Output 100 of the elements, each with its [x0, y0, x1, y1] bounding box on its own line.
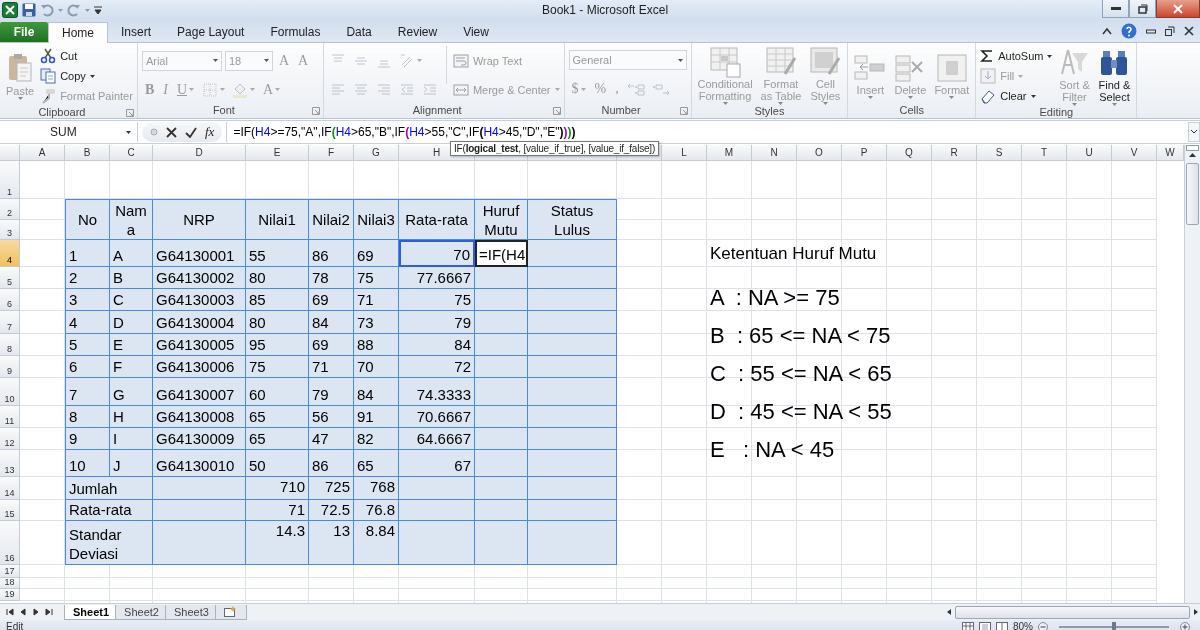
table-cell: 56: [309, 406, 354, 428]
column-heading: Nilai3: [354, 199, 399, 240]
group-label: Number: [600, 104, 642, 118]
table-cell: E: [110, 334, 153, 356]
table-cell: 65: [246, 428, 309, 450]
function-tooltip: IF(logical_test, [value_if_true], [value_if_false]): [450, 141, 660, 156]
column-heading: Huruf Mutu: [475, 199, 528, 240]
group-label: Font: [211, 104, 236, 118]
grade-rule: D : 45 <= NA < 55: [710, 398, 893, 426]
grade-rule: C : 55 <= NA < 65: [710, 360, 893, 388]
table-cell: 71: [246, 500, 309, 521]
table-cell: G64130007: [153, 378, 246, 406]
table-cell: G64130010: [153, 450, 246, 477]
table-cell: F: [110, 356, 153, 378]
table-cell: 5: [65, 334, 110, 356]
column-heading: Nilai1: [246, 199, 309, 240]
table-cell: 65: [246, 406, 309, 428]
table-cell: G64130005: [153, 334, 246, 356]
table-cell: 50: [246, 450, 309, 477]
table-cell: I: [110, 428, 153, 450]
table-cell: 70.6667: [399, 406, 475, 428]
table-cell: 84: [399, 334, 475, 356]
grade-rule: A : NA >= 75: [710, 284, 841, 312]
table-cell: Rata-rata: [65, 500, 153, 521]
table-cell: G64130003: [153, 289, 246, 311]
table-cell: 77.6667: [399, 267, 475, 289]
table-cell: 69: [354, 240, 399, 267]
table-cell: 79: [399, 311, 475, 334]
table-cell: 75: [354, 267, 399, 289]
table-cell: 9: [65, 428, 110, 450]
table-cell: 75: [399, 289, 475, 311]
table-cell: G64130004: [153, 311, 246, 334]
table-cell: J: [110, 450, 153, 477]
table-cell: Jumlah: [65, 477, 153, 500]
table-cell: 70: [354, 356, 399, 378]
group-label: Editing: [1038, 106, 1075, 120]
window-title: Book1 - Microsoft Excel: [542, 3, 670, 17]
table-cell: 71: [309, 356, 354, 378]
group-label: Styles: [753, 105, 786, 119]
table-cell: B: [110, 267, 153, 289]
table-cell: G64130008: [153, 406, 246, 428]
table-cell: 10: [65, 450, 110, 477]
table-cell: 67: [399, 450, 475, 477]
table-cell: 80: [246, 267, 309, 289]
table-cell: H: [110, 406, 153, 428]
table-cell: 2: [65, 267, 110, 289]
table-cell: 710: [246, 477, 309, 500]
group-label: Cells: [898, 104, 925, 118]
table-cell: 85: [246, 289, 309, 311]
status-mode: Edit: [6, 621, 24, 630]
table-cell: A: [110, 240, 153, 267]
table-cell: 86: [309, 240, 354, 267]
table-cell: 82: [354, 428, 399, 450]
table-cell: 65: [354, 450, 399, 477]
table-cell: 75: [246, 356, 309, 378]
column-heading: Nama: [110, 199, 153, 240]
table-cell: D: [110, 311, 153, 334]
table-cell: 84: [354, 378, 399, 406]
column-heading: No: [65, 199, 110, 240]
table-cell: 47: [309, 428, 354, 450]
table-cell: G64130001: [153, 240, 246, 267]
group-label: Alignment: [411, 104, 463, 118]
table-cell: 768: [354, 477, 399, 500]
table-cell: 84: [309, 311, 354, 334]
table-cell: 55: [246, 240, 309, 267]
table-cell: 13: [309, 521, 354, 565]
table-cell: 71: [354, 289, 399, 311]
table-cell: 6: [65, 356, 110, 378]
table-cell: Standar Deviasi: [65, 521, 153, 565]
group-label: Clipboard: [37, 106, 87, 120]
table-cell: 91: [354, 406, 399, 428]
column-heading: Nilai2: [309, 199, 354, 240]
table-cell: 70: [399, 240, 475, 267]
table-cell: 79: [309, 378, 354, 406]
table-cell: C: [110, 289, 153, 311]
table-cell: G64130006: [153, 356, 246, 378]
table-cell: G64130009: [153, 428, 246, 450]
table-cell: 14.3: [246, 521, 309, 565]
table-cell: 78: [309, 267, 354, 289]
table-cell: 64.6667: [399, 428, 475, 450]
grade-rule: E : NA < 45: [710, 436, 836, 464]
column-heading: Rata-rata: [399, 199, 475, 240]
table-cell: 8.84: [354, 521, 399, 565]
table-cell: 76.8: [354, 500, 399, 521]
zoom-level: 80%: [1013, 621, 1033, 630]
table-cell: 88: [354, 334, 399, 356]
table-cell: 60: [246, 378, 309, 406]
table-cell: G64130002: [153, 267, 246, 289]
table-cell: 72: [399, 356, 475, 378]
column-heading: Status Lulus: [528, 199, 617, 240]
table-cell: 8: [65, 406, 110, 428]
table-cell: 725: [309, 477, 354, 500]
table-cell: 73: [354, 311, 399, 334]
table-cell: 1: [65, 240, 110, 267]
table-cell: 7: [65, 378, 110, 406]
table-cell: 74.3333: [399, 378, 475, 406]
table-cell: 95: [246, 334, 309, 356]
column-heading: NRP: [153, 199, 246, 240]
table-cell: 86: [309, 450, 354, 477]
note-title: Ketentuan Huruf Mutu: [710, 243, 878, 265]
